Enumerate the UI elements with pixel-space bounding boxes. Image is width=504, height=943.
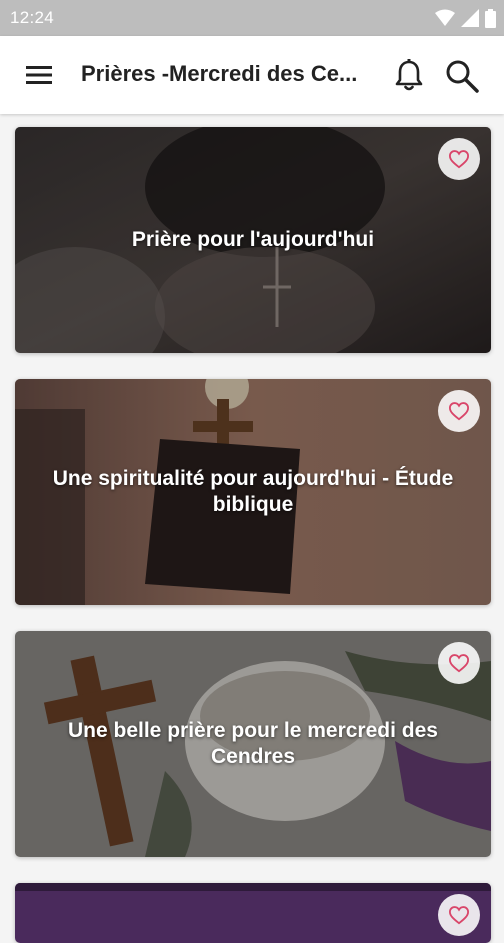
- card-title: Une belle prière pour le mercredi des Ce…: [68, 719, 438, 768]
- battery-icon: [485, 8, 496, 28]
- prayer-card[interactable]: [15, 883, 491, 943]
- prayer-card[interactable]: Une belle prière pour le mercredi des Ce…: [15, 631, 491, 857]
- search-icon: [446, 60, 479, 93]
- notifications-button[interactable]: [394, 58, 424, 92]
- app-bar: Prières -Mercredi des Ce...: [0, 36, 504, 114]
- search-button[interactable]: [444, 58, 480, 94]
- heart-icon: [448, 402, 470, 421]
- heart-icon: [448, 906, 470, 925]
- status-time: 12:24: [10, 8, 55, 27]
- heart-icon: [448, 654, 470, 673]
- prayer-card[interactable]: Une spiritualité pour aujourd'hui - Étud…: [15, 379, 491, 605]
- favorite-button[interactable]: [438, 642, 480, 684]
- card-title: Une spiritualité pour aujourd'hui - Étud…: [52, 467, 454, 516]
- hamburger-menu-icon: [26, 66, 52, 84]
- favorite-button[interactable]: [438, 894, 480, 936]
- prayer-card[interactable]: Prière pour l'aujourd'hui: [15, 127, 491, 353]
- card-title: Prière pour l'aujourd'hui: [131, 228, 375, 251]
- wifi-icon: [435, 9, 455, 26]
- page-title: Prières -Mercredi des Ce...: [81, 61, 358, 86]
- heart-icon: [448, 150, 470, 169]
- bell-icon: [395, 59, 423, 91]
- menu-button[interactable]: [22, 60, 56, 90]
- card-image-partial: [15, 883, 491, 943]
- favorite-button[interactable]: [438, 390, 480, 432]
- cell-signal-icon: [461, 9, 479, 27]
- status-bar: 12:24: [0, 0, 504, 36]
- favorite-button[interactable]: [438, 138, 480, 180]
- status-icons: [435, 8, 496, 28]
